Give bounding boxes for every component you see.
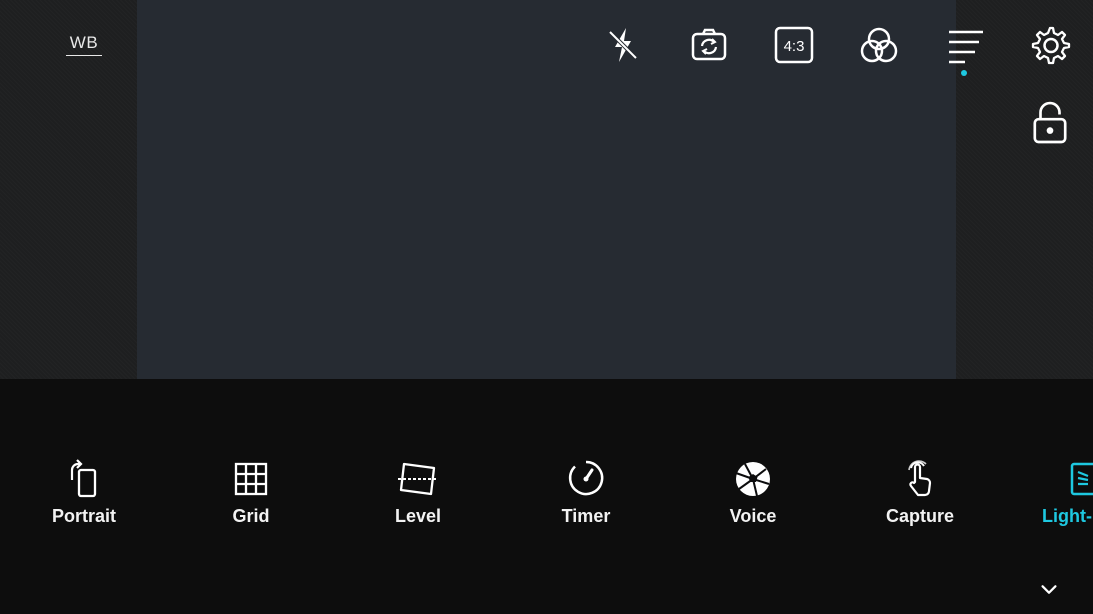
touch-capture-icon [908, 460, 932, 497]
settings-button[interactable] [1027, 22, 1073, 68]
tool-label: Level [394, 506, 442, 526]
camera-preview[interactable] [137, 0, 956, 379]
color-filter-icon [860, 27, 898, 63]
rotate-portrait-icon [70, 459, 97, 498]
light-icon [1070, 462, 1093, 496]
tool-portrait[interactable]: Portrait [29, 458, 139, 538]
color-filter-button[interactable] [856, 22, 902, 68]
grid-icon [234, 462, 268, 496]
tool-capture[interactable]: Capture [865, 458, 975, 538]
tool-label: Capture [885, 506, 954, 526]
aspect-ratio-button[interactable]: 4:3 [771, 22, 817, 68]
switch-camera-icon [691, 28, 727, 61]
tool-timer[interactable]: Timer [531, 458, 641, 538]
unlock-icon [1033, 101, 1067, 144]
tool-label: Timer [561, 506, 611, 526]
aspect-ratio-label: 4:3 [784, 38, 805, 55]
tool-voice[interactable]: Voice [698, 458, 808, 538]
tool-label: Grid [232, 506, 270, 526]
aspect-ratio-icon: 4:3 [774, 26, 814, 64]
tool-label: Light- [1042, 506, 1092, 526]
menu-button[interactable] [941, 22, 987, 68]
menu-indicator-dot [961, 70, 967, 76]
lock-button[interactable] [1027, 98, 1073, 148]
shutter-icon [735, 462, 770, 497]
tool-level[interactable]: Level [363, 458, 473, 538]
chevron-down-icon [1041, 585, 1057, 594]
white-balance-button[interactable]: WB [66, 33, 102, 56]
tool-label: Voice [729, 506, 777, 526]
tool-grid[interactable]: Grid [196, 458, 306, 538]
flash-off-icon [608, 28, 638, 62]
level-icon [398, 462, 438, 496]
tool-label: Portrait [51, 506, 116, 526]
settings-gear-icon [1031, 26, 1071, 65]
flash-off-button[interactable] [600, 22, 646, 68]
tool-light[interactable]: Light- [1012, 458, 1093, 538]
menu-icon [949, 30, 983, 64]
timer-icon [568, 460, 604, 496]
collapse-button[interactable] [1035, 577, 1063, 603]
switch-camera-button[interactable] [686, 22, 732, 68]
